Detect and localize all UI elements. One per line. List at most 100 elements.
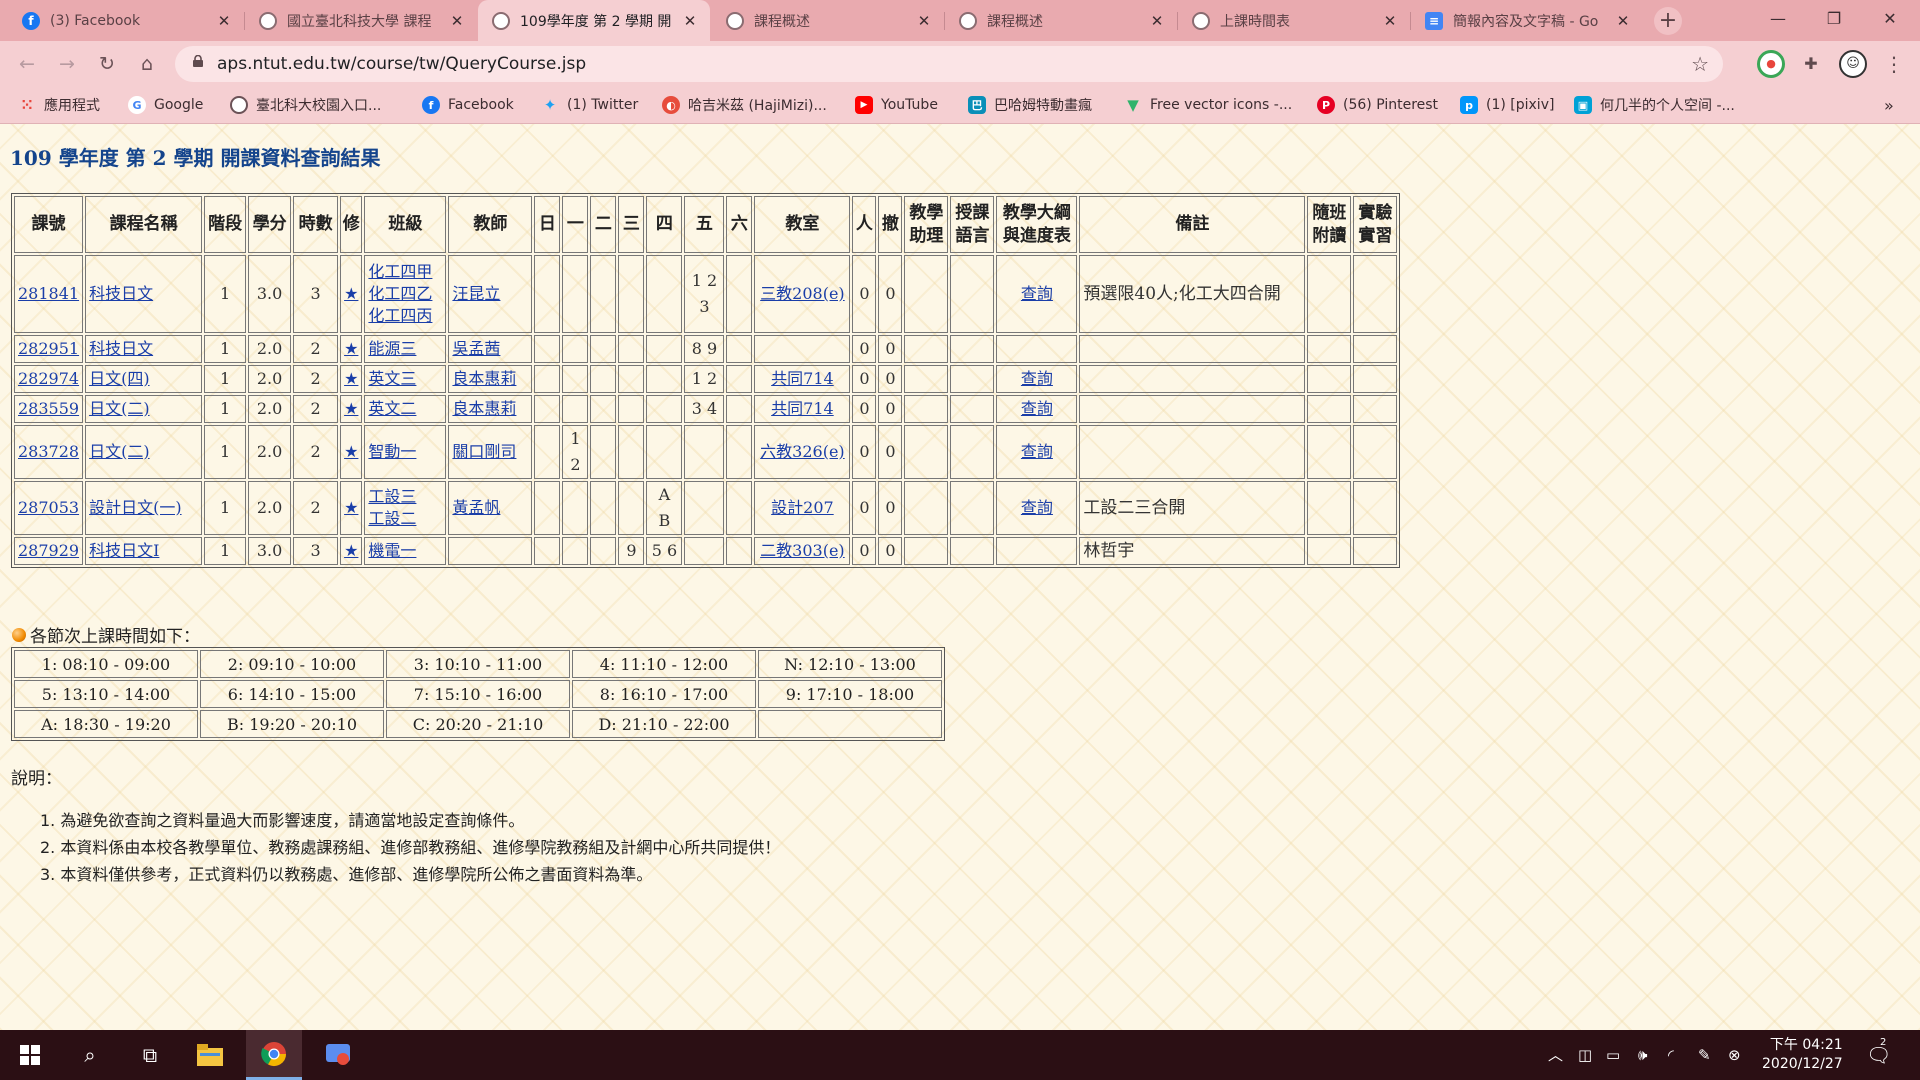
tab-query-result[interactable]: 109學年度 第 2 學期 開 ✕ — [478, 0, 710, 41]
restore-button[interactable]: ❐ — [1806, 0, 1862, 38]
close-icon[interactable]: ✕ — [216, 12, 232, 30]
menu-kebab-icon[interactable]: ⋮ — [1880, 50, 1908, 78]
class-link[interactable]: 化工四丙 — [368, 306, 432, 325]
course-name-link[interactable]: 日文(二) — [89, 442, 150, 461]
chrome-icon[interactable] — [246, 1030, 302, 1080]
classroom-link[interactable]: 設計207 — [771, 498, 834, 517]
windows-start-icon[interactable] — [2, 1030, 58, 1080]
file-explorer-icon[interactable] — [182, 1030, 238, 1080]
class-link[interactable]: 化工四乙 — [368, 284, 432, 303]
teacher-link[interactable]: 良本惠莉 — [452, 369, 516, 388]
bookmark-ntut-portal[interactable]: 臺北科大校園入口... — [230, 87, 381, 123]
tab-ntut-course[interactable]: 國立臺北科技大學 課程 ✕ — [245, 0, 477, 41]
class-link[interactable]: 英文二 — [368, 399, 416, 418]
class-link[interactable]: 化工四甲 — [368, 262, 432, 281]
profile-avatar[interactable]: ☺ — [1839, 50, 1867, 78]
task-view-icon[interactable]: ⧉ — [122, 1030, 178, 1080]
star-icon[interactable]: ★ — [344, 399, 358, 418]
course-id-link[interactable]: 282951 — [18, 339, 79, 358]
star-icon[interactable]: ★ — [344, 369, 358, 388]
course-name-link[interactable]: 科技日文 — [89, 339, 153, 358]
address-bar[interactable]: aps.ntut.edu.tw/course/tw/QueryCourse.js… — [175, 46, 1723, 82]
course-id-link[interactable]: 282974 — [18, 369, 79, 388]
course-name-link[interactable]: 日文(四) — [89, 369, 150, 388]
bookmark-bahamut[interactable]: 巴 巴哈姆特動畫瘋 — [968, 87, 1092, 123]
teacher-link[interactable]: 良本惠莉 — [452, 399, 516, 418]
class-link[interactable]: 工設三 — [368, 487, 416, 506]
teacher-link[interactable]: 黃孟帆 — [452, 498, 500, 517]
close-icon[interactable]: ✕ — [916, 12, 932, 30]
class-link[interactable]: 英文三 — [368, 369, 416, 388]
search-icon[interactable]: ⌕ — [62, 1030, 118, 1080]
bookmark-hajimizi[interactable]: ◐ 哈吉米茲 (HajiMizi)... — [662, 87, 827, 123]
course-id-link[interactable]: 287053 — [18, 498, 79, 517]
tab-timetable[interactable]: 上課時間表 ✕ — [1178, 0, 1410, 41]
class-link[interactable]: 機電一 — [368, 541, 416, 560]
notifications-icon[interactable]: 🗨 2 — [1866, 1030, 1891, 1080]
minimize-button[interactable]: — — [1750, 0, 1806, 38]
bookmark-youtube[interactable]: ▶ YouTube — [855, 87, 938, 123]
class-link[interactable]: 工設二 — [368, 509, 416, 528]
close-icon[interactable]: ✕ — [449, 12, 465, 30]
bookmark-facebook[interactable]: f Facebook — [422, 87, 514, 123]
close-icon[interactable]: ✕ — [1615, 12, 1631, 30]
close-window-button[interactable]: ✕ — [1862, 0, 1918, 38]
syllabus-link[interactable]: 查詢 — [1021, 498, 1053, 517]
url-text[interactable]: aps.ntut.edu.tw/course/tw/QueryCourse.js… — [217, 46, 586, 82]
teacher-link[interactable]: 吳孟茜 — [452, 339, 500, 358]
tab-facebook[interactable]: f (3) Facebook ✕ — [8, 0, 244, 41]
wifi-icon[interactable]: ◜ — [1668, 1030, 1674, 1080]
close-icon[interactable]: ✕ — [1382, 12, 1398, 30]
bookmark-apps[interactable]: ⁙ 應用程式 — [18, 87, 100, 123]
star-icon[interactable]: ★ — [344, 442, 358, 461]
bookmark-pinterest[interactable]: P (56) Pinterest — [1317, 87, 1438, 123]
classroom-link[interactable]: 二教303(e) — [760, 541, 845, 560]
syllabus-link[interactable]: 查詢 — [1021, 442, 1053, 461]
course-id-link[interactable]: 283559 — [18, 399, 79, 418]
extension-icon[interactable]: ● — [1757, 50, 1785, 78]
bookmark-twitter[interactable]: ✦ (1) Twitter — [541, 87, 639, 123]
home-button[interactable]: ⌂ — [133, 50, 161, 78]
tab-google-docs[interactable]: ≡ 簡報內容及文字稿 - Go ✕ — [1411, 0, 1643, 41]
course-name-link[interactable]: 科技日文 — [89, 284, 153, 303]
course-name-link[interactable]: 科技日文I — [89, 541, 159, 560]
class-link[interactable]: 智動一 — [368, 442, 416, 461]
tab-course-overview-2[interactable]: 課程概述 ✕ — [945, 0, 1177, 41]
course-name-link[interactable]: 日文(二) — [89, 399, 150, 418]
teacher-link[interactable]: 關口剛司 — [452, 442, 516, 461]
forward-button[interactable]: → — [53, 50, 81, 78]
course-name-link[interactable]: 設計日文(一) — [89, 498, 182, 517]
star-icon[interactable]: ★ — [344, 284, 358, 303]
course-id-link[interactable]: 283728 — [18, 442, 79, 461]
bookmark-freepik[interactable]: ▼ Free vector icons -... — [1124, 87, 1292, 123]
classroom-link[interactable]: 三教208(e) — [760, 284, 845, 303]
close-icon[interactable]: ✕ — [682, 12, 698, 30]
star-icon[interactable]: ★ — [344, 339, 358, 358]
system-clock[interactable]: 下午 04:21 2020/12/27 — [1762, 1036, 1843, 1074]
new-tab-button[interactable]: + — [1654, 7, 1682, 35]
classroom-link[interactable]: 共同714 — [771, 399, 834, 418]
syllabus-link[interactable]: 查詢 — [1021, 369, 1053, 388]
meet-now-icon[interactable]: ◫ — [1578, 1030, 1592, 1080]
star-icon[interactable]: ★ — [344, 541, 358, 560]
syllabus-link[interactable]: 查詢 — [1021, 399, 1053, 418]
teacher-link[interactable]: 汪昆立 — [452, 284, 500, 303]
tab-course-overview-1[interactable]: 課程概述 ✕ — [712, 0, 944, 41]
course-id-link[interactable]: 287929 — [18, 541, 79, 560]
pen-icon[interactable]: ✎ — [1698, 1030, 1711, 1080]
status-x-icon[interactable]: ⊗ — [1728, 1030, 1741, 1080]
classroom-link[interactable]: 共同714 — [771, 369, 834, 388]
classroom-link[interactable]: 六教326(e) — [760, 442, 845, 461]
bookmark-bilibili[interactable]: ▣ 何几半的个人空间 -... — [1574, 87, 1735, 123]
bookmark-pixiv[interactable]: p (1) [pixiv] — [1460, 87, 1554, 123]
show-hidden-icons[interactable]: ︿ — [1548, 1030, 1563, 1080]
reload-button[interactable]: ↻ — [93, 50, 121, 78]
class-link[interactable]: 能源三 — [368, 339, 416, 358]
snipping-tool-icon[interactable] — [310, 1030, 366, 1080]
syllabus-link[interactable]: 查詢 — [1021, 284, 1053, 303]
extensions-puzzle-icon[interactable]: ✚ — [1797, 50, 1825, 78]
course-id-link[interactable]: 281841 — [18, 284, 79, 303]
star-icon[interactable]: ★ — [344, 498, 358, 517]
bookmark-google[interactable]: G Google — [128, 87, 203, 123]
bookmark-star-icon[interactable]: ☆ — [1691, 46, 1709, 82]
